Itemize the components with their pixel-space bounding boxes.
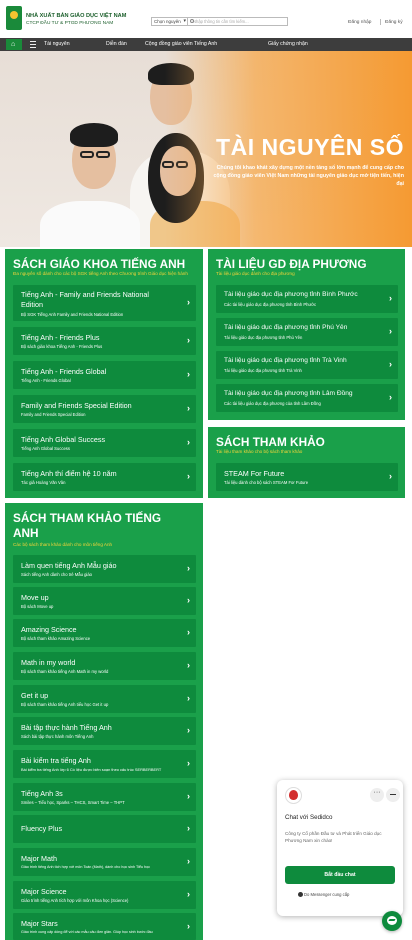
list-item[interactable]: Fluency Plus › <box>13 815 196 843</box>
chevron-right-icon: › <box>187 856 190 866</box>
list-item[interactable]: Tiếng Anh - Family and Friends National … <box>13 285 196 321</box>
chevron-right-icon: › <box>187 823 190 833</box>
list-item[interactable]: Tiếng Anh Global Success Tiếng Anh Globa… <box>13 429 196 457</box>
main-nav: ⌂ Tài nguyên Diễn đàn Cộng đồng giáo viê… <box>0 38 412 51</box>
reference-section: SÁCH THAM KHẢO Tài liệu tham khảo cho bộ… <box>208 427 405 498</box>
list-item[interactable]: Làm quen tiếng Anh Mẫu giáo Sách tiếng A… <box>13 555 196 583</box>
section-title: SÁCH THAM KHẢO <box>216 435 325 449</box>
section-subtitle: Tài liệu giáo dục dành cho địa phương <box>216 271 295 276</box>
chevron-right-icon: › <box>389 359 392 369</box>
search-icon <box>190 19 194 23</box>
chevron-right-icon: › <box>389 293 392 303</box>
chevron-right-icon: › <box>187 627 190 637</box>
list-item[interactable]: Tài liệu giáo dục địa phương tỉnh Phú Yê… <box>216 318 398 346</box>
textbook-section: SÁCH GIÁO KHOA TIẾNG ANH Đa nguyên số dà… <box>5 249 203 498</box>
list-item[interactable]: Move up Bộ sách Move up › <box>13 587 196 615</box>
hero-subtitle: Chúng tôi khao khát xây dựng một nền tản… <box>213 165 404 187</box>
chevron-right-icon: › <box>389 471 392 481</box>
header-divider <box>380 19 381 25</box>
messenger-small-icon <box>298 892 303 897</box>
list-item[interactable]: Get it up Bộ sách tham khảo tiếng Anh ti… <box>13 685 196 713</box>
section-title-line2: ANH <box>13 526 39 540</box>
english-reference-section: SÁCH THAM KHẢO TIẾNG ANH Các bộ sách tha… <box>5 503 203 940</box>
nav-item-resources[interactable]: Tài nguyên <box>44 41 70 47</box>
messenger-icon[interactable] <box>382 911 402 931</box>
chevron-right-icon: › <box>187 297 190 307</box>
chevron-right-icon: › <box>187 471 190 481</box>
section-subtitle: Các bộ sách tham khảo dành cho môn tiếng… <box>13 542 113 547</box>
search-input[interactable]: Nhập thông tin cần tìm kiếm... <box>188 17 288 26</box>
list-item[interactable]: STEAM For Future Tài liệu dành cho bộ sá… <box>216 463 398 491</box>
list-item[interactable]: Major Math Giáo trình tiếng Anh tích hợp… <box>13 848 196 876</box>
local-education-section: TÀI LIỆU GD ĐỊA PHƯƠNG Tài liệu giáo dục… <box>208 249 405 420</box>
list-item[interactable]: Major Stars Giáo trình cung cấp dòng để … <box>13 913 196 940</box>
search-category-select[interactable]: Chọn nguyên <box>151 17 188 26</box>
more-options-icon[interactable]: ··· <box>370 788 384 802</box>
chevron-right-icon: › <box>187 403 190 413</box>
list-item[interactable]: Math in my world Bộ sách tham khảo tiếng… <box>13 652 196 680</box>
list-item[interactable]: Tiếng Anh - Friends Global Tiếng Anh - F… <box>13 361 196 389</box>
list-item[interactable]: Bài kiểm tra tiếng Anh Bài kiểm tra tiến… <box>13 750 196 778</box>
list-item[interactable]: Tiếng Anh - Friends Plus Bộ sách giáo kh… <box>13 327 196 355</box>
list-item[interactable]: Tiếng Anh 3s Smiles – Tiểu học, Sparks –… <box>13 783 196 811</box>
list-item[interactable]: Tài liệu giáo dục địa phương tỉnh Bình P… <box>216 285 398 313</box>
list-item[interactable]: Tài liệu giáo dục địa phương tỉnh Lâm Đồ… <box>216 384 398 412</box>
chevron-right-icon: › <box>187 563 190 573</box>
chat-footer: Do Messenger cung cấp <box>304 892 350 897</box>
chevron-right-icon: › <box>187 335 190 345</box>
section-title: SÁCH GIÁO KHOA TIẾNG ANH <box>13 257 186 271</box>
list-item[interactable]: Tiếng Anh thí điểm hệ 10 năm Tác giả Hoà… <box>13 463 196 491</box>
menu-icon[interactable] <box>30 41 36 48</box>
chat-title: Chat với Sedidco <box>285 814 333 821</box>
chevron-right-icon: › <box>187 693 190 703</box>
chevron-right-icon: › <box>187 595 190 605</box>
list-item[interactable]: Major Science Giáo trình tiếng Anh tích … <box>13 881 196 909</box>
list-item[interactable]: Family and Friends Special Edition Famil… <box>13 395 196 423</box>
chevron-right-icon: › <box>187 758 190 768</box>
login-link[interactable]: Đăng nhập <box>348 20 371 25</box>
top-header: NHÀ XUẤT BẢN GIÁO DỤC VIỆT NAM CTCP ĐẦU … <box>0 0 412 38</box>
list-item[interactable]: Tài liệu giáo dục địa phương tỉnh Trà Vi… <box>216 351 398 379</box>
chat-widget: ··· Chat với Sedidco Công ty Cổ phần Đầu… <box>277 780 403 916</box>
nav-item-forum[interactable]: Diễn đàn <box>106 41 127 47</box>
chevron-right-icon: › <box>187 660 190 670</box>
register-link[interactable]: Đăng ký <box>385 20 403 25</box>
chevron-right-icon: › <box>187 889 190 899</box>
section-title: TÀI LIỆU GD ĐỊA PHƯƠNG <box>216 257 367 271</box>
brand-name: NHÀ XUẤT BẢN GIÁO DỤC VIỆT NAM <box>26 13 127 19</box>
section-title: SÁCH THAM KHẢO TIẾNG <box>13 511 162 525</box>
home-button[interactable]: ⌂ <box>6 39 22 50</box>
hero-title: TÀI NGUYÊN SỐ <box>216 134 404 160</box>
chevron-right-icon: › <box>187 369 190 379</box>
chevron-right-icon: › <box>187 791 190 801</box>
home-icon: ⌂ <box>11 41 16 48</box>
section-subtitle: Đa nguyên số dành cho các bộ SGK tiếng A… <box>13 271 188 276</box>
sedidco-avatar-icon <box>285 787 302 804</box>
hero-banner: TÀI NGUYÊN SỐ Chúng tôi khao khát xây dự… <box>0 51 412 247</box>
list-item[interactable]: Bài tập thực hành Tiếng Anh Sách bài tập… <box>13 717 196 745</box>
section-subtitle: Tài liệu tham khảo cho bộ sách tham khảo <box>216 449 303 454</box>
nav-item-teacher-community[interactable]: Cộng đồng giáo viên Tiếng Anh <box>145 41 217 47</box>
chat-welcome-message: Công ty Cổ phần Đầu tư và Phát triển Giá… <box>285 831 382 843</box>
start-chat-button[interactable]: Bắt đầu chat <box>285 866 395 884</box>
minimize-icon[interactable] <box>386 788 400 802</box>
publisher-logo-icon[interactable] <box>6 6 22 30</box>
brand-subname: CTCP ĐẦU TƯ & PTGD PHƯƠNG NAM <box>26 21 114 26</box>
chevron-right-icon: › <box>389 326 392 336</box>
chevron-right-icon: › <box>389 392 392 402</box>
list-item[interactable]: Amazing Science Bộ sách tham khảo Amazin… <box>13 619 196 647</box>
chevron-right-icon: › <box>187 725 190 735</box>
nav-item-certificate[interactable]: Giấy chứng nhận <box>268 41 308 47</box>
chevron-right-icon: › <box>187 437 190 447</box>
chevron-right-icon: › <box>187 921 190 931</box>
